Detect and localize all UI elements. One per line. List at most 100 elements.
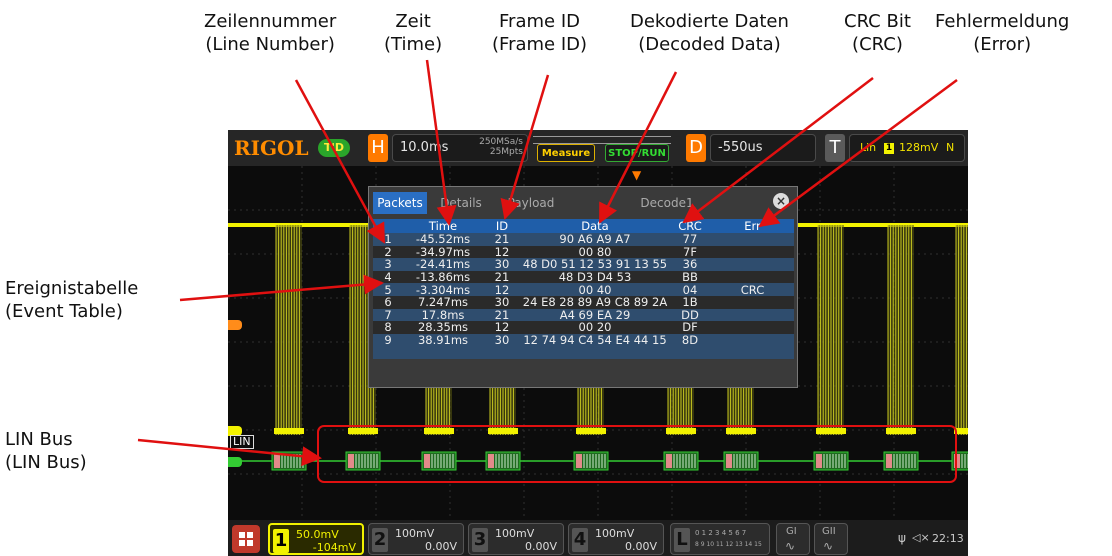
time-cell: 38.91ms: [403, 333, 483, 347]
id-cell: 12: [483, 283, 521, 296]
table-row-empty: [373, 346, 794, 359]
table-row[interactable]: 3 -24.41ms 30 48 D0 51 12 53 91 13 55 36: [373, 258, 794, 271]
table-row[interactable]: 9 38.91ms 30 12 74 94 C4 54 E4 44 15 8D: [373, 333, 794, 347]
row-number: 4: [373, 270, 403, 284]
column-header-err: Err: [711, 219, 794, 233]
callout-frame-id-de: Frame ID: [499, 11, 580, 32]
column-header-crc: CRC: [669, 219, 711, 233]
err-cell: [711, 258, 794, 271]
table-row[interactable]: 2 -34.97ms 12 00 80 7F: [373, 245, 794, 259]
logic-letter: L: [674, 528, 690, 552]
data-cell: 00 20: [521, 321, 669, 334]
channel-1-scale: 50.0mV: [296, 528, 339, 541]
channel-1-tab[interactable]: 1 50.0mV -104mV: [268, 523, 364, 555]
time-cell: -45.52ms: [403, 233, 483, 246]
row-number: 3: [373, 258, 403, 271]
callout-lin-bus-de: LIN Bus: [5, 429, 73, 450]
logic-channels-row1: 0 1 2 3 4 5 6 7: [695, 529, 747, 537]
err-cell: [711, 270, 794, 284]
trigger-letter[interactable]: T: [825, 134, 845, 162]
channel-2-number: 2: [372, 528, 388, 552]
channel-2-scale: 100mV: [395, 527, 435, 540]
row-number: 2: [373, 245, 403, 259]
measure-button[interactable]: Measure: [537, 144, 595, 162]
tab-decode1[interactable]: Decode1: [627, 192, 707, 214]
clock: 22:13: [932, 532, 964, 545]
logic-channels-row2: 8 9 10 11 12 13 14 15: [695, 541, 762, 548]
time-cell: -3.304ms: [403, 283, 483, 296]
row-number-header: [373, 219, 403, 233]
err-cell: [711, 321, 794, 334]
time-cell: 17.8ms: [403, 308, 483, 322]
column-header-id: ID: [483, 219, 521, 233]
callout-lin-bus-en: (LIN Bus): [5, 452, 87, 473]
table-row[interactable]: 5 -3.304ms 12 00 40 04 CRC: [373, 283, 794, 296]
timebase-value: 10.0ms: [400, 140, 449, 155]
stop-run-button[interactable]: STOP/RUN: [605, 144, 669, 162]
table-row[interactable]: 1 -45.52ms 21 90 A6 A9 A7 77: [373, 233, 794, 246]
home-menu-icon[interactable]: [232, 525, 260, 553]
channel-2-tab[interactable]: 2 100mV 0.00V: [368, 523, 464, 555]
oscilloscope-screen: LIN RIGOL T'D H 10.0ms 250MSa/s 25Mpts M…: [228, 130, 968, 556]
time-cell: 28.35ms: [403, 321, 483, 334]
err-cell: [711, 245, 794, 259]
generator-1-tab[interactable]: GI ∿: [776, 523, 810, 555]
run-mode-badge[interactable]: T'D: [318, 139, 350, 157]
trigger-source-badge: 1: [884, 143, 894, 154]
row-number: 8: [373, 321, 403, 334]
table-row[interactable]: 8 28.35ms 12 00 20 DF: [373, 321, 794, 334]
callout-event-table: Ereignistabelle (Event Table): [5, 277, 138, 323]
logic-analyzer-tab[interactable]: L 0 1 2 3 4 5 6 7 8 9 10 11 12 13 14 15: [670, 523, 770, 555]
callout-error-de: Fehlermeldung: [935, 11, 1070, 32]
table-row[interactable]: 7 17.8ms 21 A4 69 EA 29 DD: [373, 308, 794, 322]
trigger-type: Lin: [860, 141, 877, 154]
lin-level-marker[interactable]: [228, 457, 242, 467]
channel-4-number: 4: [572, 528, 588, 552]
trigger-mode: N: [946, 141, 955, 154]
crc-cell: 04: [669, 283, 711, 296]
horizontal-letter[interactable]: H: [368, 134, 388, 162]
crc-cell: 7F: [669, 245, 711, 259]
sample-rate: 250MSa/s: [479, 137, 523, 147]
tab-packets[interactable]: Packets: [373, 192, 427, 214]
generator-2-tab[interactable]: GII ∿: [814, 523, 848, 555]
data-cell: 48 D0 51 12 53 91 13 55: [521, 257, 669, 272]
callout-time-en: (Time): [384, 34, 443, 55]
callout-line-number-en: (Line Number): [205, 34, 335, 55]
callout-lin-bus: LIN Bus (LIN Bus): [5, 428, 87, 474]
rigol-logo: RIGOL: [234, 136, 309, 160]
top-status-bar: RIGOL T'D H 10.0ms 250MSa/s 25Mpts Measu…: [228, 130, 968, 166]
table-row[interactable]: 4 -13.86ms 21 48 D3 D4 53 BB: [373, 270, 794, 284]
time-cell: -24.41ms: [403, 258, 483, 271]
decode-event-table-dialog: Packets Details Payload Decode1 × Time I…: [368, 186, 798, 388]
id-cell: 21: [483, 308, 521, 322]
event-table-header: Time ID Data CRC Err: [373, 219, 794, 233]
callout-event-table-en: (Event Table): [5, 301, 123, 322]
ch1-offset-marker[interactable]: [228, 320, 242, 330]
data-cell: 48 D3 D4 53: [521, 270, 669, 284]
event-table: Time ID Data CRC Err 1 -45.52ms 21 90 A6 A9…: [373, 219, 794, 359]
sine-wave-icon: ∿: [785, 539, 796, 553]
id-cell: 30: [483, 333, 521, 347]
callout-line-number: Zeilennummer (Line Number): [204, 10, 336, 56]
callout-decoded-data-de: Dekodierte Daten: [630, 11, 789, 32]
tab-details[interactable]: Details: [431, 192, 491, 214]
tab-payload[interactable]: Payload: [501, 192, 561, 214]
crc-cell: BB: [669, 270, 711, 284]
channel-3-tab[interactable]: 3 100mV 0.00V: [468, 523, 564, 555]
channel-2-offset: 0.00V: [424, 540, 457, 553]
channel-4-tab[interactable]: 4 100mV 0.00V: [568, 523, 664, 555]
speaker-muted-icon[interactable]: ◁×: [912, 531, 930, 544]
err-cell: [711, 308, 794, 322]
table-row[interactable]: 6 7.247ms 30 24 E8 28 89 A9 C8 89 2A 1B: [373, 295, 794, 309]
data-cell: 00 40: [521, 283, 669, 296]
callout-line-number-de: Zeilennummer: [204, 11, 337, 32]
trigger-level: 128mV: [899, 141, 939, 154]
callout-event-table-de: Ereignistabelle: [5, 278, 139, 299]
close-icon[interactable]: ×: [773, 193, 789, 209]
delay-letter[interactable]: D: [686, 134, 706, 162]
row-number: 5: [373, 283, 403, 296]
callout-decoded-data: Dekodierte Daten (Decoded Data): [630, 10, 789, 56]
callout-error: Fehlermeldung (Error): [935, 10, 1069, 56]
lin-decode-bus: [228, 451, 968, 471]
